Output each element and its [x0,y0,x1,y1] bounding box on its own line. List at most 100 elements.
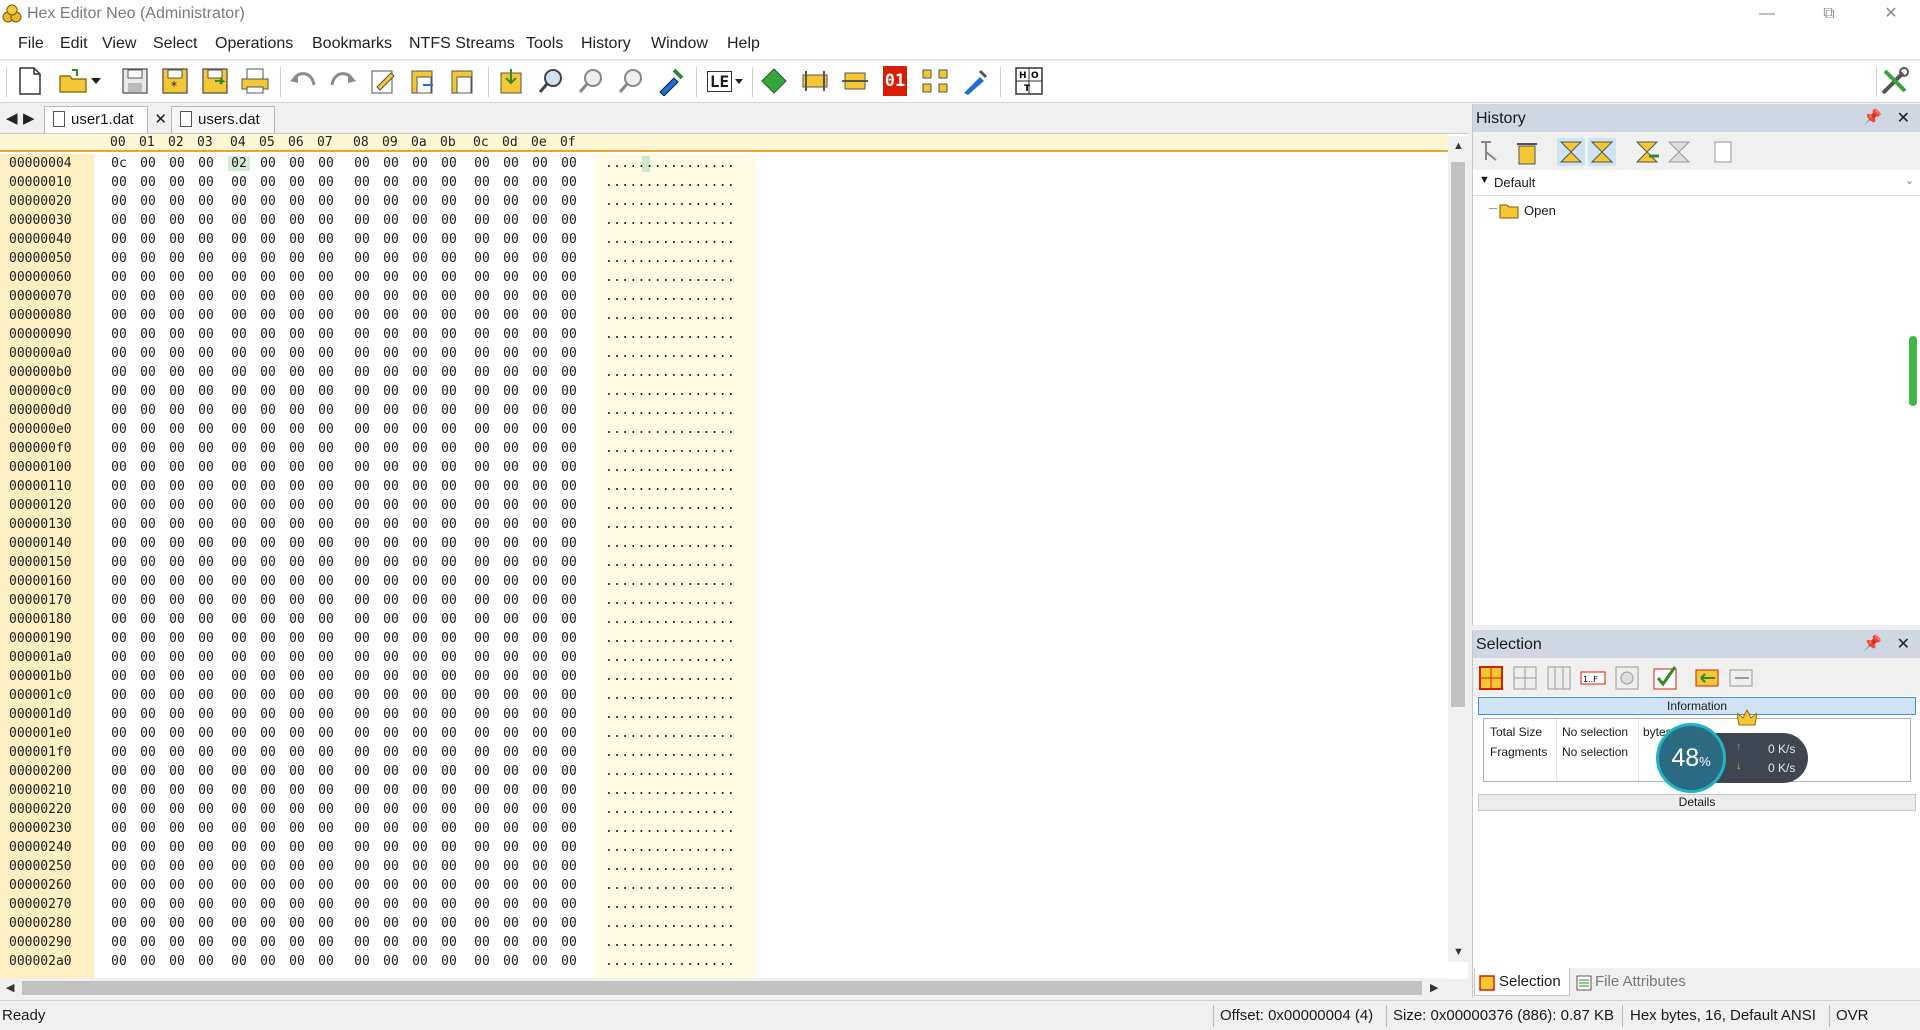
hex-byte[interactable]: 00 [409,688,431,703]
save-icon[interactable] [118,64,152,98]
hex-byte[interactable]: 00 [380,441,402,456]
hex-byte[interactable]: 00 [195,422,217,437]
hex-byte[interactable]: 00 [166,536,188,551]
hex-byte[interactable]: 00 [529,213,551,228]
find-next-icon[interactable] [574,64,608,98]
hex-byte[interactable]: 00 [351,669,373,684]
hex-byte[interactable]: 00 [137,631,159,646]
hex-byte[interactable]: 00 [137,175,159,190]
hex-byte[interactable]: 00 [558,688,580,703]
hex-byte[interactable]: 00 [351,897,373,912]
hex-byte[interactable]: 00 [409,707,431,722]
hex-byte[interactable]: 00 [471,555,493,570]
hex-byte[interactable]: 00 [228,308,250,323]
hex-byte[interactable]: 00 [471,916,493,931]
hex-byte[interactable]: 00 [195,232,217,247]
hex-byte[interactable]: 00 [257,726,279,741]
hex-byte[interactable]: 00 [228,821,250,836]
hex-byte[interactable]: 00 [315,859,337,874]
hex-byte[interactable]: 00 [228,688,250,703]
print-icon[interactable] [238,64,272,98]
hex-byte[interactable]: 00 [380,916,402,931]
hex-byte[interactable]: 00 [409,840,431,855]
hex-byte[interactable]: 00 [500,688,522,703]
hex-byte[interactable]: 00 [351,840,373,855]
ascii-row[interactable]: ................ [605,156,735,171]
hex-byte[interactable]: 00 [228,612,250,627]
hex-byte[interactable]: 00 [137,574,159,589]
hex-byte[interactable]: 00 [166,897,188,912]
hex-byte[interactable]: 00 [380,232,402,247]
hex-byte[interactable]: 00 [409,479,431,494]
ascii-row[interactable]: ................ [605,574,735,589]
hex-byte[interactable]: 00 [438,840,460,855]
hex-byte[interactable]: 00 [137,403,159,418]
hex-byte[interactable]: 00 [228,441,250,456]
hex-byte[interactable]: 00 [380,593,402,608]
hex-byte[interactable]: 00 [471,688,493,703]
ascii-row[interactable]: ................ [605,403,735,418]
menu-bookmarks[interactable]: Bookmarks [312,35,392,53]
hex-byte[interactable]: 00 [286,460,308,475]
hex-byte[interactable]: 00 [558,384,580,399]
hex-byte[interactable]: 00 [471,840,493,855]
hex-byte[interactable]: 00 [108,232,130,247]
hex-byte[interactable]: 00 [137,916,159,931]
hex-byte[interactable]: 00 [351,498,373,513]
hex-byte[interactable]: 00 [409,365,431,380]
hex-byte[interactable]: 00 [286,593,308,608]
hex-byte[interactable]: 00 [315,308,337,323]
hex-byte[interactable]: 00 [471,745,493,760]
hex-byte[interactable]: 00 [108,460,130,475]
hex-byte[interactable]: 00 [315,726,337,741]
hex-byte[interactable]: 00 [166,251,188,266]
hex-byte[interactable]: 00 [286,232,308,247]
hex-byte[interactable]: 00 [315,213,337,228]
hex-byte[interactable]: 00 [438,669,460,684]
hex-byte[interactable]: 00 [500,270,522,285]
hex-byte[interactable]: 00 [137,156,159,171]
hex-byte[interactable]: 00 [166,156,188,171]
hex-byte[interactable]: 00 [108,802,130,817]
hex-byte[interactable]: 00 [257,365,279,380]
hex-byte[interactable]: 00 [315,270,337,285]
hex-byte[interactable]: 00 [380,460,402,475]
hex-byte[interactable]: 00 [315,612,337,627]
hex-byte[interactable]: 00 [351,954,373,969]
hex-byte[interactable]: 00 [351,460,373,475]
hex-byte[interactable]: 00 [228,270,250,285]
hex-byte[interactable]: 00 [137,764,159,779]
network-speed-widget[interactable]: 48% ↑ ↓ 0 K/s 0 K/s [1656,709,1811,793]
hex-byte[interactable]: 00 [500,365,522,380]
hex-byte[interactable]: 00 [228,726,250,741]
hex-byte[interactable]: 00 [315,346,337,361]
hex-byte[interactable]: 00 [195,213,217,228]
hex-byte[interactable]: 00 [558,194,580,209]
hex-byte[interactable]: 00 [228,213,250,228]
hex-byte[interactable]: 00 [137,536,159,551]
hex-byte[interactable]: 00 [380,194,402,209]
hex-byte[interactable]: 00 [500,631,522,646]
hex-byte[interactable]: 00 [409,175,431,190]
hex-byte[interactable]: 00 [438,707,460,722]
hex-byte[interactable]: 00 [257,954,279,969]
hex-byte[interactable]: 00 [500,878,522,893]
hex-byte[interactable]: 00 [166,555,188,570]
hex-byte[interactable]: 00 [108,251,130,266]
hex-byte[interactable]: 00 [500,555,522,570]
hex-byte[interactable]: 00 [409,308,431,323]
hex-byte[interactable]: 00 [166,859,188,874]
hex-byte[interactable]: 00 [380,403,402,418]
save-all-icon[interactable]: * [158,64,192,98]
hex-byte[interactable]: 00 [471,935,493,950]
menu-edit[interactable]: Edit [60,35,88,53]
ascii-row[interactable]: ................ [605,479,735,494]
hex-byte[interactable]: 00 [351,878,373,893]
select-all-icon[interactable] [1477,664,1505,692]
ascii-row[interactable]: ................ [605,802,735,817]
hex-byte[interactable]: 00 [228,802,250,817]
menu-tools[interactable]: Tools [526,35,563,53]
hex-byte[interactable]: 00 [409,726,431,741]
hex-byte[interactable]: 00 [438,365,460,380]
hex-byte[interactable]: 00 [380,384,402,399]
